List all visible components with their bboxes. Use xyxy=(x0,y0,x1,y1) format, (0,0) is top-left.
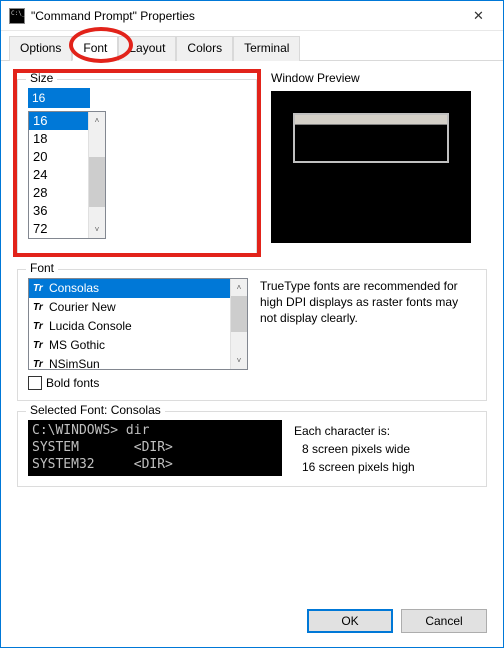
char-info: Each character is: 8 screen pixels wide … xyxy=(294,420,415,476)
size-option[interactable]: 18 xyxy=(29,130,88,148)
size-option[interactable]: 24 xyxy=(29,166,88,184)
size-input[interactable] xyxy=(28,88,90,108)
size-option[interactable]: 16 xyxy=(29,112,88,130)
tab-font[interactable]: Font xyxy=(72,36,118,61)
truetype-icon: Tr xyxy=(33,280,47,297)
bold-checkbox[interactable] xyxy=(28,376,42,390)
size-scrollbar[interactable]: ˄ ˅ xyxy=(88,112,105,238)
scroll-up-icon[interactable]: ˄ xyxy=(89,112,105,129)
close-button[interactable]: ✕ xyxy=(456,2,501,30)
window-title: "Command Prompt" Properties xyxy=(31,9,456,23)
font-scrollbar[interactable]: ˄ ˅ xyxy=(230,279,247,369)
scroll-thumb[interactable] xyxy=(89,157,105,207)
font-option[interactable]: TrConsolas xyxy=(29,279,230,298)
scroll-up-icon[interactable]: ˄ xyxy=(231,279,247,296)
font-listbox[interactable]: TrConsolas TrCourier New TrLucida Consol… xyxy=(28,278,248,370)
cancel-button[interactable]: Cancel xyxy=(401,609,487,633)
font-option[interactable]: TrNSimSun xyxy=(29,355,230,369)
ok-button[interactable]: OK xyxy=(307,609,393,633)
tab-row: Options Font Layout Colors Terminal xyxy=(1,31,503,61)
size-option[interactable]: 36 xyxy=(29,202,88,220)
font-option[interactable]: TrCourier New xyxy=(29,298,230,317)
console-preview: C:\WINDOWS> dir SYSTEM <DIR> SYSTEM32 <D… xyxy=(28,420,282,476)
size-label: Size xyxy=(26,71,57,85)
dialog-buttons: OK Cancel xyxy=(1,599,503,647)
truetype-icon: Tr xyxy=(33,299,47,316)
preview-window-icon xyxy=(293,113,449,163)
font-group-label: Font xyxy=(26,261,58,275)
titlebar: "Command Prompt" Properties ✕ xyxy=(1,1,503,31)
tab-layout[interactable]: Layout xyxy=(118,36,176,61)
preview-label: Window Preview xyxy=(271,71,487,85)
truetype-icon: Tr xyxy=(33,318,47,335)
cmd-icon xyxy=(9,8,25,24)
size-option[interactable]: 72 xyxy=(29,220,88,238)
tab-options[interactable]: Options xyxy=(9,36,72,61)
scroll-thumb[interactable] xyxy=(231,296,247,332)
scroll-down-icon[interactable]: ˅ xyxy=(89,221,105,238)
size-option[interactable]: 20 xyxy=(29,148,88,166)
truetype-icon: Tr xyxy=(33,356,47,369)
properties-window: "Command Prompt" Properties ✕ Options Fo… xyxy=(0,0,504,648)
font-info-text: TrueType fonts are recommended for high … xyxy=(260,278,476,370)
window-preview xyxy=(271,91,471,243)
truetype-icon: Tr xyxy=(33,337,47,354)
selected-font-label: Selected Font: Consolas xyxy=(26,403,165,417)
tab-colors[interactable]: Colors xyxy=(176,36,233,61)
tab-terminal[interactable]: Terminal xyxy=(233,36,300,61)
bold-label: Bold fonts xyxy=(46,376,99,390)
size-listbox[interactable]: 16 18 20 24 28 36 72 ˄ ˅ xyxy=(28,111,106,239)
scroll-down-icon[interactable]: ˅ xyxy=(231,352,247,369)
tab-content: Size 16 18 20 24 28 36 72 xyxy=(1,61,503,599)
font-option[interactable]: TrLucida Console xyxy=(29,317,230,336)
font-option[interactable]: TrMS Gothic xyxy=(29,336,230,355)
size-option[interactable]: 28 xyxy=(29,184,88,202)
